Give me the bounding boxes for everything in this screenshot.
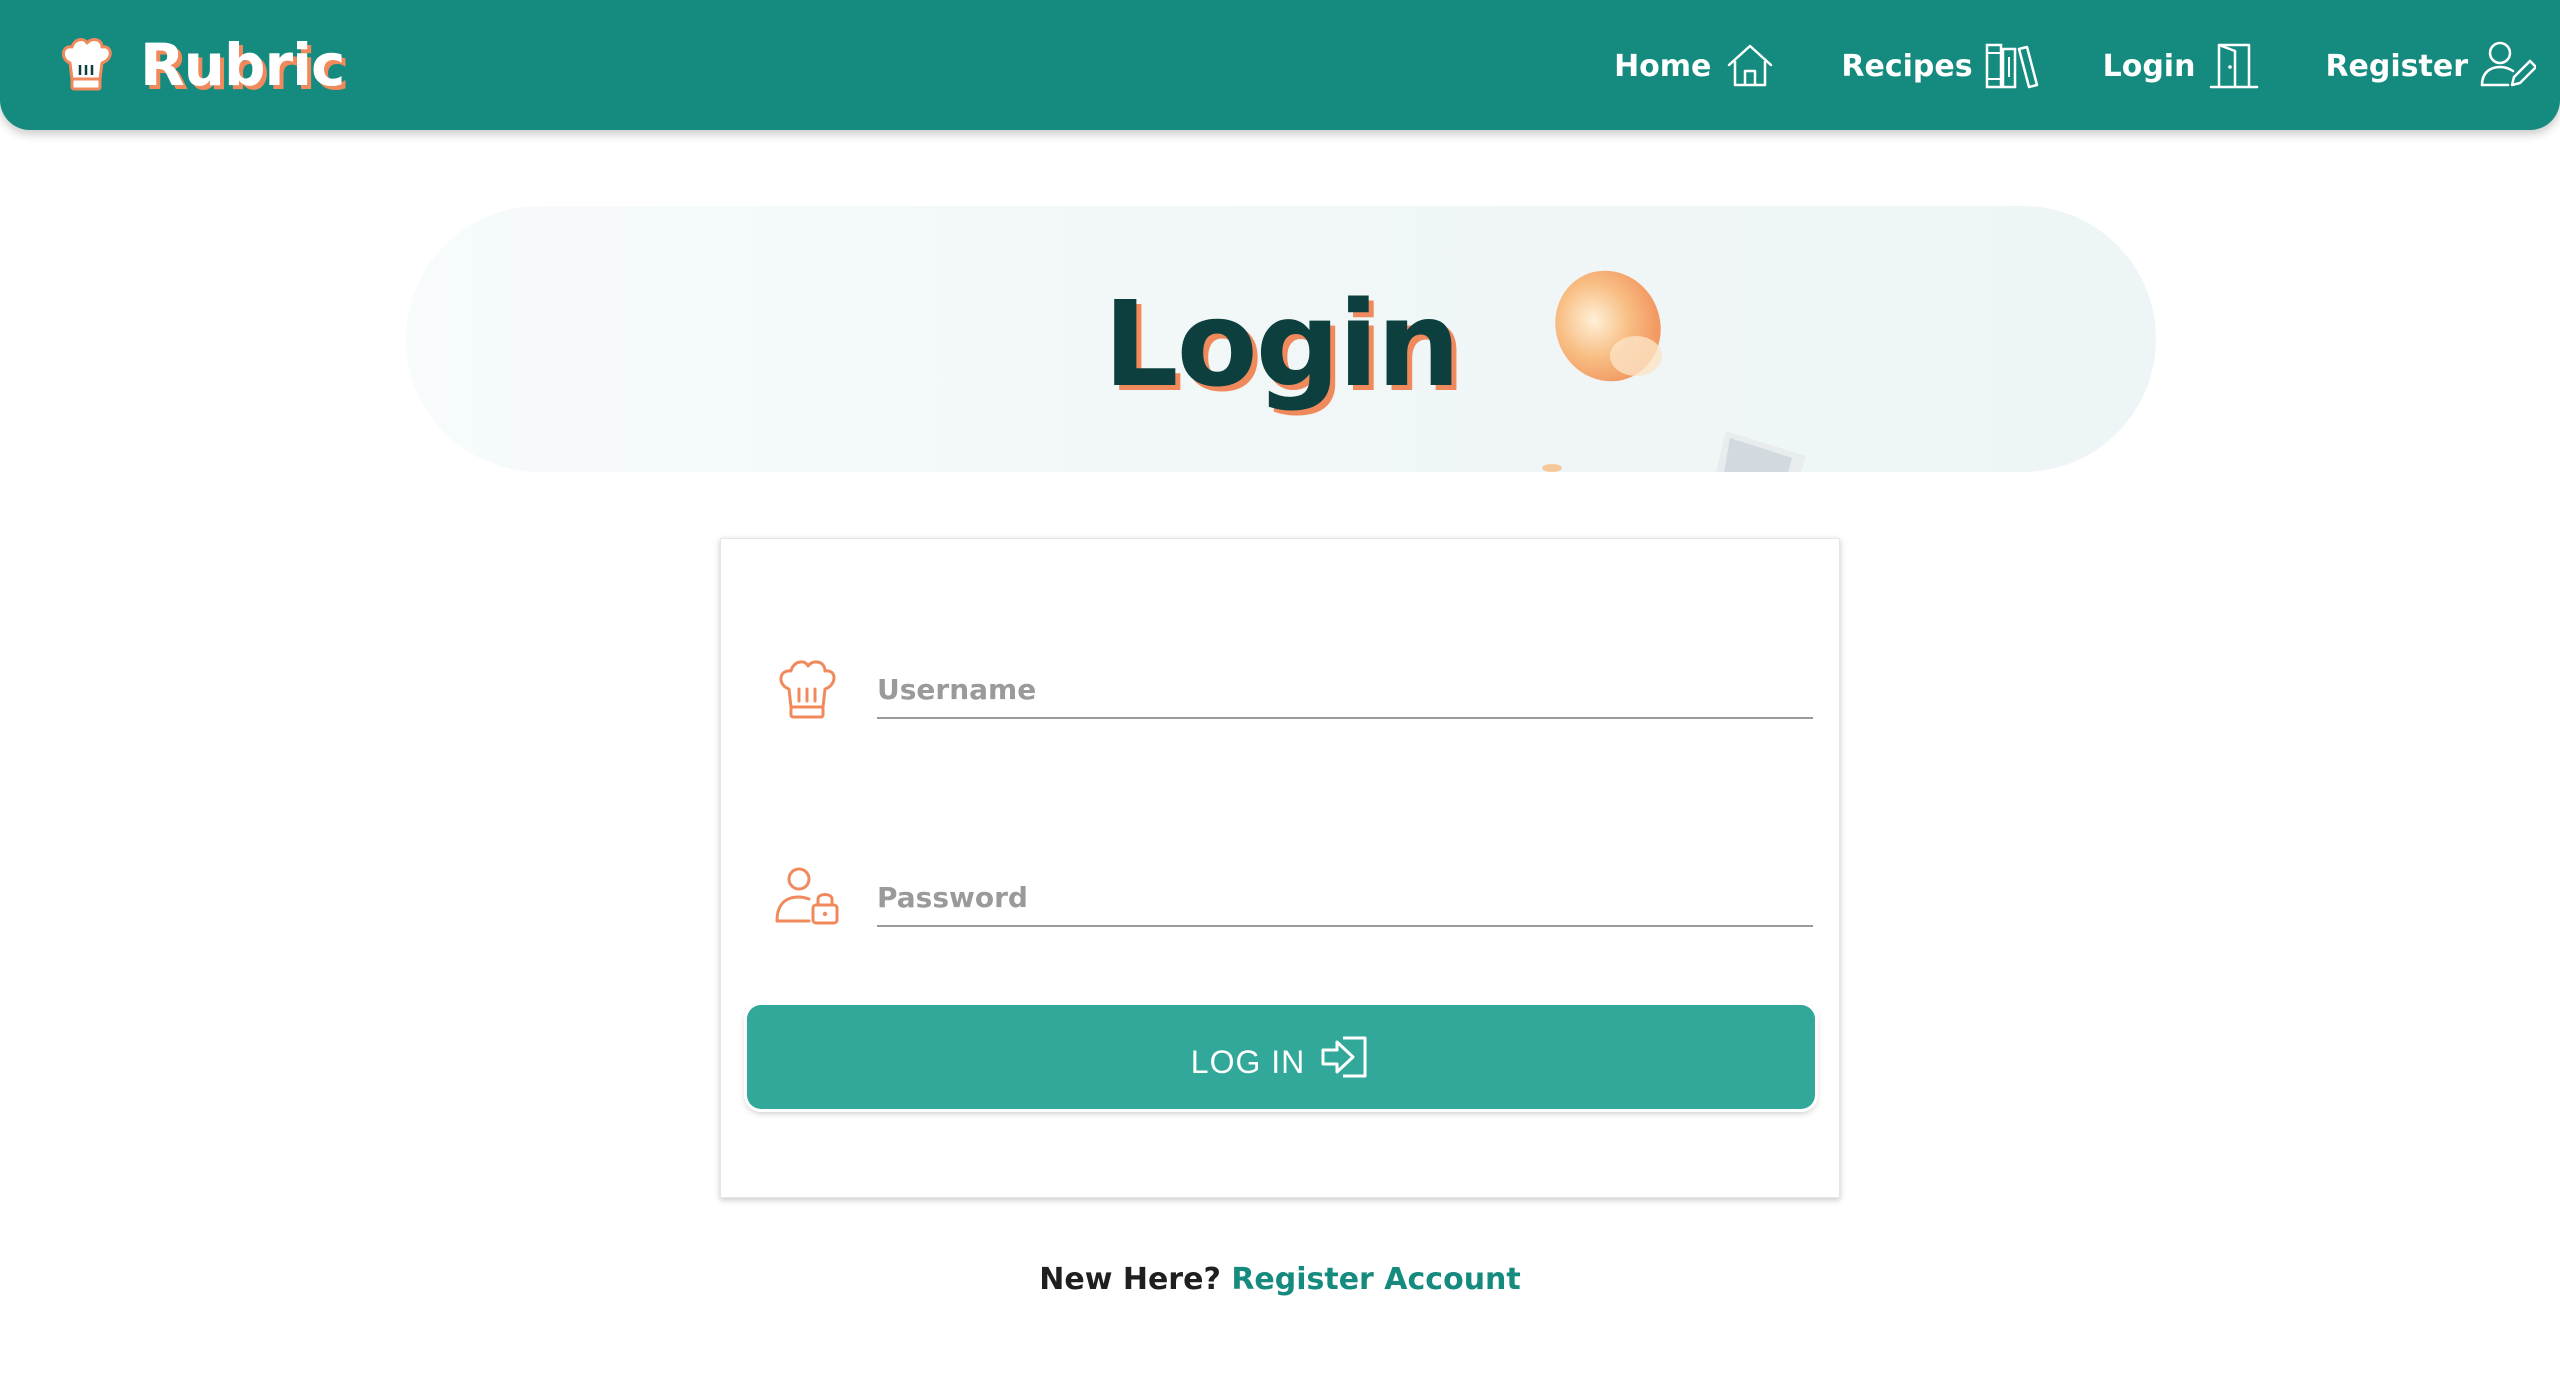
password-input[interactable] <box>877 877 1813 927</box>
register-prompt-line: New Here? Register Account <box>0 1262 2560 1297</box>
nav-label-home: Home <box>1614 48 1712 84</box>
user-lock-icon <box>775 867 839 925</box>
door-icon <box>2210 43 2259 89</box>
chef-hat-icon <box>779 660 836 719</box>
username-field <box>771 629 1813 739</box>
navbar: Rubric Home Recipes Login Register <box>0 0 2560 130</box>
nav-links: Home Recipes Login Register <box>1552 36 2536 96</box>
nav-label-register: Register <box>2325 48 2468 84</box>
register-account-link[interactable]: Register Account <box>1231 1262 1520 1297</box>
page-title: Login <box>1103 275 1460 413</box>
user-edit-icon <box>2480 41 2536 87</box>
nav-item-home[interactable]: Home <box>1614 37 1779 95</box>
login-button-label: LOG IN <box>1190 1043 1306 1080</box>
nav-label-login: Login <box>2102 48 2196 84</box>
register-prompt-text: New Here? <box>1039 1262 1221 1297</box>
brand[interactable]: Rubric <box>56 30 345 100</box>
nav-label-recipes: Recipes <box>1841 48 1973 84</box>
password-field <box>771 837 1813 947</box>
nav-item-login[interactable]: Login <box>2103 37 2264 95</box>
login-button[interactable]: LOG IN <box>747 1005 1815 1109</box>
nav-item-recipes[interactable]: Recipes <box>1841 37 2040 95</box>
username-input[interactable] <box>877 669 1813 719</box>
brand-name: Rubric <box>140 31 345 99</box>
chef-hat-icon <box>62 38 112 91</box>
books-icon <box>1985 43 2038 89</box>
nav-item-register[interactable]: Register <box>2325 37 2536 95</box>
home-icon <box>1728 44 1773 87</box>
login-arrow-icon <box>1321 1036 1367 1078</box>
login-card: LOG IN <box>720 538 1840 1198</box>
hero-banner: Login <box>406 206 2156 472</box>
